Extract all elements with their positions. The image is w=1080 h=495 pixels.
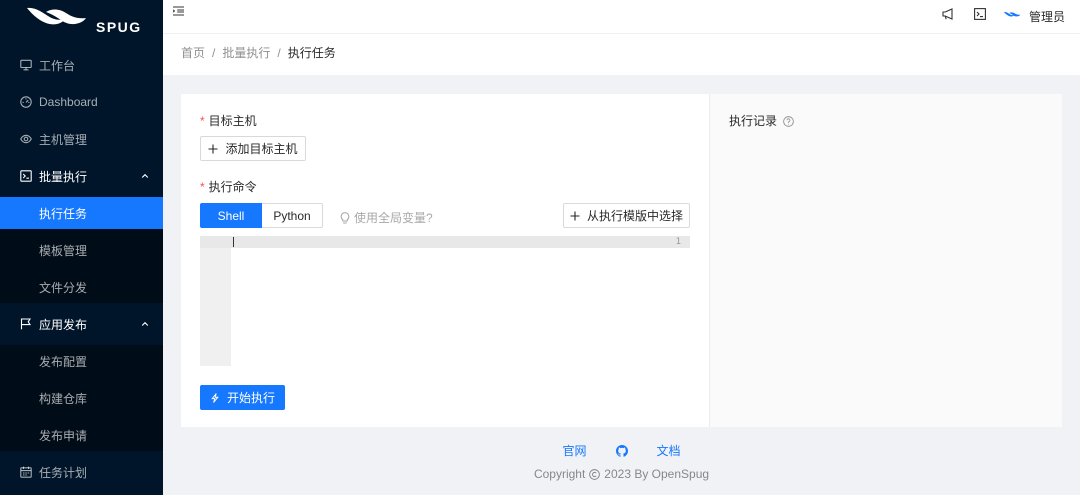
username[interactable]: 管理员 bbox=[1029, 10, 1065, 24]
sidebar-item-file-transfer[interactable]: 文件分发 bbox=[0, 271, 163, 303]
sidebar-item-label: 构建仓库 bbox=[39, 391, 88, 406]
start-exec-button[interactable]: 开始执行 bbox=[200, 385, 285, 410]
line-number: 1 bbox=[675, 237, 681, 247]
sidebar-item-label: 发布配置 bbox=[39, 354, 88, 369]
thunderbolt-icon bbox=[210, 392, 220, 403]
sidebar: SPUG 工作台 Dashboard 主机管理 批量执行 执行任务 模板管理 文… bbox=[0, 0, 163, 495]
sidebar-group-batch-exec[interactable]: 批量执行 bbox=[0, 160, 163, 192]
exec-history-title: 执行记录 bbox=[729, 114, 794, 128]
sidebar-item-label: 批量执行 bbox=[39, 169, 88, 184]
sidebar-item-deploy-config[interactable]: 发布配置 bbox=[0, 345, 163, 377]
sidebar-item-schedule[interactable]: 任务计划 bbox=[0, 456, 163, 488]
spug-logo-icon bbox=[27, 7, 86, 25]
interpreter-python[interactable]: Python bbox=[262, 203, 323, 228]
breadcrumb-separator: / bbox=[277, 46, 281, 60]
copyright-suffix: 2023 By OpenSpug bbox=[604, 467, 710, 481]
bulb-icon bbox=[340, 212, 350, 224]
submenu-deploy: 发布配置 构建仓库 发布申请 bbox=[0, 345, 163, 451]
sidebar-item-deploy-request[interactable]: 发布申请 bbox=[0, 419, 163, 451]
code-square-icon bbox=[20, 170, 32, 182]
cloud-server-icon bbox=[20, 133, 32, 145]
footer-link-docs[interactable]: 文档 bbox=[657, 444, 681, 458]
question-circle-icon[interactable] bbox=[783, 115, 794, 127]
required-mark: * bbox=[200, 114, 205, 128]
copyright: Copyright 2023 By OpenSpug bbox=[163, 467, 1080, 481]
sidebar-item-label: 工作台 bbox=[39, 58, 76, 73]
sidebar-item-label: Dashboard bbox=[39, 95, 98, 109]
target-hosts-label: * 目标主机 bbox=[200, 114, 257, 128]
logo[interactable]: SPUG bbox=[0, 0, 163, 46]
command-label: * 执行命令 bbox=[200, 180, 257, 194]
command-editor[interactable]: 1 bbox=[200, 236, 690, 366]
sidebar-item-label: 执行任务 bbox=[39, 206, 88, 221]
desktop-icon bbox=[20, 59, 32, 71]
sidebar-item-label: 任务计划 bbox=[39, 465, 88, 480]
sidebar-item-exec-task[interactable]: 执行任务 bbox=[0, 197, 163, 229]
exec-form: * 目标主机 添加目标主机 * 执行命令 Shell Python 使用全局变量… bbox=[181, 94, 709, 427]
breadcrumb: 首页 / 批量执行 / 执行任务 bbox=[181, 46, 336, 60]
spug-avatar-icon[interactable] bbox=[1003, 10, 1022, 20]
plus-icon bbox=[570, 211, 580, 221]
add-target-host-button[interactable]: 添加目标主机 bbox=[200, 136, 306, 161]
editor-active-line bbox=[200, 236, 690, 248]
breadcrumb-separator: / bbox=[212, 46, 216, 60]
sidebar-item-label: 发布申请 bbox=[39, 428, 88, 443]
add-target-host-label: 添加目标主机 bbox=[225, 142, 298, 156]
exec-history-panel: 执行记录 bbox=[709, 94, 1062, 427]
select-template-button[interactable]: 从执行模版中选择 bbox=[563, 203, 690, 228]
interpreter-switch: Shell Python bbox=[200, 203, 323, 228]
sidebar-item-template-mgmt[interactable]: 模板管理 bbox=[0, 234, 163, 266]
required-mark: * bbox=[200, 180, 205, 194]
sidebar-item-build-repo[interactable]: 构建仓库 bbox=[0, 382, 163, 414]
start-exec-label: 开始执行 bbox=[226, 391, 275, 405]
editor-caret bbox=[233, 237, 234, 247]
sidebar-group-deploy[interactable]: 应用发布 bbox=[0, 308, 163, 340]
notification-icon[interactable] bbox=[942, 8, 954, 20]
dashboard-icon bbox=[20, 96, 32, 108]
sidebar-menu: 工作台 Dashboard 主机管理 批量执行 执行任务 模板管理 文件分发 应… bbox=[0, 46, 163, 488]
sidebar-item-label: 文件分发 bbox=[39, 280, 88, 295]
sidebar-item-dashboard[interactable]: Dashboard bbox=[0, 86, 163, 118]
sidebar-item-workbench[interactable]: 工作台 bbox=[0, 49, 163, 81]
terminal-icon[interactable] bbox=[974, 8, 986, 20]
select-template-label: 从执行模版中选择 bbox=[586, 209, 683, 223]
exec-history-title-text: 执行记录 bbox=[729, 114, 778, 128]
menu-fold-icon[interactable] bbox=[173, 6, 184, 16]
chevron-up-icon bbox=[141, 172, 149, 180]
interpreter-shell[interactable]: Shell bbox=[200, 203, 262, 228]
flag-icon bbox=[20, 318, 32, 330]
chevron-up-icon bbox=[141, 320, 149, 328]
logo-text: SPUG bbox=[96, 19, 142, 35]
submenu-batch-exec: 执行任务 模板管理 文件分发 bbox=[0, 197, 163, 303]
sidebar-item-label: 模板管理 bbox=[39, 243, 88, 258]
plus-icon bbox=[208, 144, 218, 154]
github-icon[interactable] bbox=[615, 445, 628, 457]
breadcrumb-current: 执行任务 bbox=[287, 46, 336, 60]
exec-task-card: * 目标主机 添加目标主机 * 执行命令 Shell Python 使用全局变量… bbox=[181, 94, 1062, 427]
global-vars-hint-text: 使用全局变量? bbox=[354, 211, 433, 225]
global-vars-hint[interactable]: 使用全局变量? bbox=[340, 211, 433, 225]
footer-links: 官网 文档 bbox=[163, 444, 1080, 458]
sidebar-item-hosts[interactable]: 主机管理 bbox=[0, 123, 163, 155]
breadcrumb-bar: 首页 / 批量执行 / 执行任务 bbox=[163, 34, 1080, 75]
editor-gutter bbox=[200, 236, 231, 366]
breadcrumb-home[interactable]: 首页 bbox=[181, 46, 205, 60]
copyright-icon bbox=[589, 468, 601, 480]
sidebar-item-label: 主机管理 bbox=[39, 132, 88, 147]
target-hosts-label-text: 目标主机 bbox=[208, 114, 257, 128]
breadcrumb-batch-exec[interactable]: 批量执行 bbox=[222, 46, 270, 60]
command-label-text: 执行命令 bbox=[208, 180, 257, 194]
copyright-prefix: Copyright bbox=[533, 467, 586, 481]
schedule-icon bbox=[20, 466, 32, 478]
sidebar-item-label: 应用发布 bbox=[39, 317, 88, 332]
top-header: 管理员 bbox=[163, 0, 1080, 34]
footer-link-website[interactable]: 官网 bbox=[562, 444, 586, 458]
